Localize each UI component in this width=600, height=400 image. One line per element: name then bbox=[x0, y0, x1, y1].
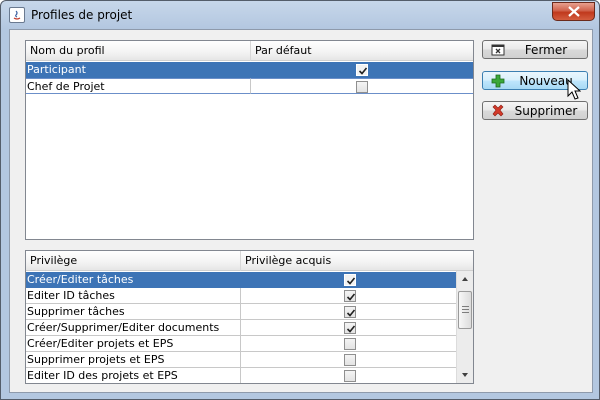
column-header-privilege[interactable]: Privilège bbox=[26, 251, 241, 271]
table-row[interactable]: Créer/Supprimer/Editer documents bbox=[26, 320, 456, 336]
red-x-icon bbox=[492, 104, 504, 117]
table-row[interactable]: Créer/Editer tâches bbox=[26, 272, 456, 288]
acquired-checkbox[interactable] bbox=[344, 306, 356, 318]
privilege-acquired-cell[interactable] bbox=[241, 336, 456, 352]
privilege-name-cell[interactable]: Editer ID des projets et EPS bbox=[26, 368, 241, 383]
table-row[interactable]: Participant bbox=[26, 62, 473, 78]
column-header-profile-name[interactable]: Nom du profil bbox=[26, 41, 251, 61]
close-window-icon bbox=[491, 44, 505, 56]
scrollbar-thumb[interactable] bbox=[458, 291, 472, 329]
close-button-label: Fermer bbox=[524, 43, 568, 57]
delete-button[interactable]: Supprimer bbox=[482, 101, 588, 120]
profile-name-cell[interactable]: Chef de Projet bbox=[26, 78, 251, 94]
java-app-icon bbox=[9, 7, 25, 23]
close-button[interactable]: Fermer bbox=[482, 40, 588, 59]
dialog-content: Nom du profil Par défaut Participant Chef… bbox=[9, 29, 593, 393]
acquired-checkbox[interactable] bbox=[344, 290, 356, 302]
default-checkbox[interactable] bbox=[356, 64, 368, 76]
column-header-privilege-acquired[interactable]: Privilège acquis bbox=[241, 251, 473, 271]
acquired-checkbox[interactable] bbox=[344, 322, 356, 334]
delete-button-label: Supprimer bbox=[514, 104, 578, 118]
privileges-scrollbar[interactable] bbox=[456, 271, 473, 383]
table-row[interactable]: Créer/Editer projets et EPS bbox=[26, 336, 456, 352]
privilege-acquired-cell[interactable] bbox=[241, 288, 456, 304]
profiles-header: Nom du profil Par défaut bbox=[26, 41, 473, 61]
privilege-name-cell[interactable]: Supprimer tâches bbox=[26, 304, 241, 320]
privilege-acquired-cell[interactable] bbox=[241, 368, 456, 383]
default-checkbox[interactable] bbox=[356, 81, 368, 93]
acquired-checkbox[interactable] bbox=[344, 274, 356, 286]
acquired-checkbox[interactable] bbox=[344, 370, 356, 382]
window-title: Profiles de projet bbox=[31, 8, 133, 22]
table-row[interactable]: Editer ID des projets et EPS bbox=[26, 368, 456, 383]
profile-name-cell[interactable]: Participant bbox=[26, 62, 251, 78]
column-header-default[interactable]: Par défaut bbox=[251, 41, 473, 61]
privilege-acquired-cell[interactable] bbox=[241, 304, 456, 320]
table-row[interactable]: Supprimer projets et EPS bbox=[26, 352, 456, 368]
table-row[interactable]: Editer ID tâches bbox=[26, 288, 456, 304]
table-row[interactable]: Chef de Projet bbox=[26, 78, 473, 94]
privilege-acquired-cell[interactable] bbox=[241, 352, 456, 368]
privilege-name-cell[interactable]: Créer/Editer projets et EPS bbox=[26, 336, 241, 352]
privilege-name-cell[interactable]: Créer/Supprimer/Editer documents bbox=[26, 320, 241, 336]
mouse-cursor-icon bbox=[567, 79, 581, 100]
acquired-checkbox[interactable] bbox=[344, 354, 356, 366]
privileges-header: Privilège Privilège acquis bbox=[26, 251, 473, 271]
privileges-table[interactable]: Privilège Privilège acquis Créer/Editer … bbox=[25, 250, 474, 384]
window-close-button[interactable] bbox=[552, 2, 595, 21]
privilege-acquired-cell[interactable] bbox=[241, 320, 456, 336]
acquired-checkbox[interactable] bbox=[344, 338, 356, 350]
privilege-acquired-cell[interactable] bbox=[241, 272, 456, 288]
privilege-name-cell[interactable]: Editer ID tâches bbox=[26, 288, 241, 304]
profiles-table[interactable]: Nom du profil Par défaut Participant Chef… bbox=[25, 40, 474, 240]
title-bar: Profiles de projet bbox=[1, 1, 599, 29]
dialog-window: Profiles de projet Nom du profil Par déf… bbox=[0, 0, 600, 400]
table-row[interactable]: Supprimer tâches bbox=[26, 304, 456, 320]
plus-icon bbox=[491, 74, 505, 88]
privilege-name-cell[interactable]: Supprimer projets et EPS bbox=[26, 352, 241, 368]
profile-default-cell[interactable] bbox=[251, 78, 473, 94]
scroll-up-icon[interactable] bbox=[457, 271, 473, 287]
privilege-name-cell[interactable]: Créer/Editer tâches bbox=[26, 272, 241, 288]
scroll-down-icon[interactable] bbox=[457, 367, 473, 383]
profile-default-cell[interactable] bbox=[251, 62, 473, 78]
